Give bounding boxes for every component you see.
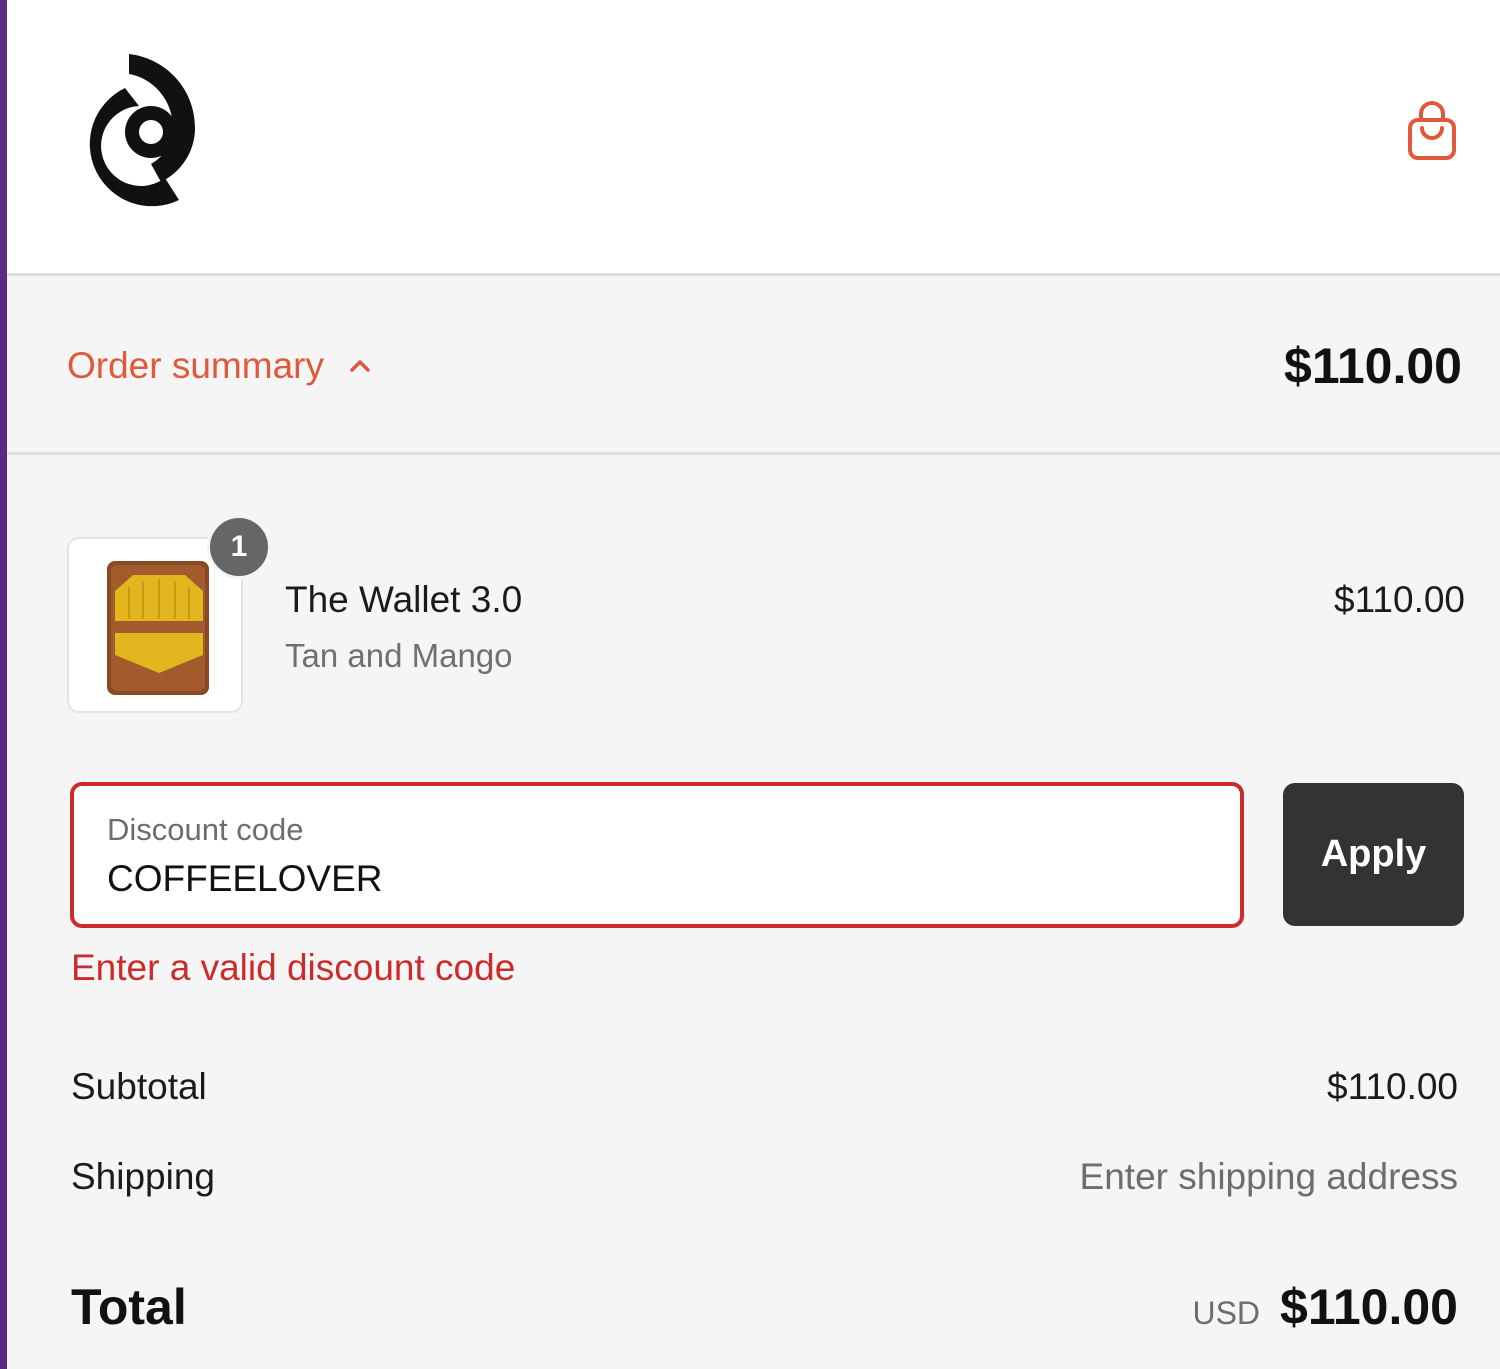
- checkout-header: [7, 0, 1500, 276]
- order-summary-toggle[interactable]: Order summary $110.00: [7, 279, 1500, 455]
- order-summary-label-group: Order summary: [67, 345, 374, 387]
- discount-error-message: Enter a valid discount code: [71, 947, 516, 988]
- line-item: 1 The Wallet 3.0 Tan and Mango $110.00: [67, 515, 1465, 715]
- brand-logo-icon[interactable]: [69, 48, 201, 214]
- shipping-label: Shipping: [71, 1156, 216, 1197]
- discount-code-label: Discount code: [107, 812, 304, 847]
- product-variant: Tan and Mango: [285, 637, 513, 674]
- total-value-group: USD $110.00: [1192, 1278, 1458, 1336]
- shipping-value: Enter shipping address: [1079, 1156, 1458, 1197]
- total-amount: $110.00: [1280, 1279, 1458, 1335]
- chevron-up-icon: [350, 360, 370, 372]
- currency-code: USD: [1192, 1295, 1261, 1331]
- apply-discount-button[interactable]: Apply: [1283, 783, 1464, 926]
- product-name: The Wallet 3.0: [285, 579, 523, 620]
- subtotal-label: Subtotal: [71, 1066, 207, 1107]
- total-label: Total: [71, 1279, 187, 1335]
- checkout-page: Order summary $110.00 1 The Wallet 3.0 T…: [0, 0, 1500, 1369]
- subtotal-value: $110.00: [1327, 1066, 1458, 1107]
- shopping-bag-icon[interactable]: [1401, 98, 1463, 164]
- order-summary-total: $110.00: [1284, 338, 1462, 394]
- order-summary-label: Order summary: [67, 345, 324, 386]
- quantity-badge: 1: [207, 515, 271, 579]
- discount-code-input[interactable]: Discount code COFFEELOVER: [70, 782, 1244, 928]
- product-price: $110.00: [1334, 579, 1465, 620]
- discount-code-value[interactable]: COFFEELOVER: [107, 858, 383, 900]
